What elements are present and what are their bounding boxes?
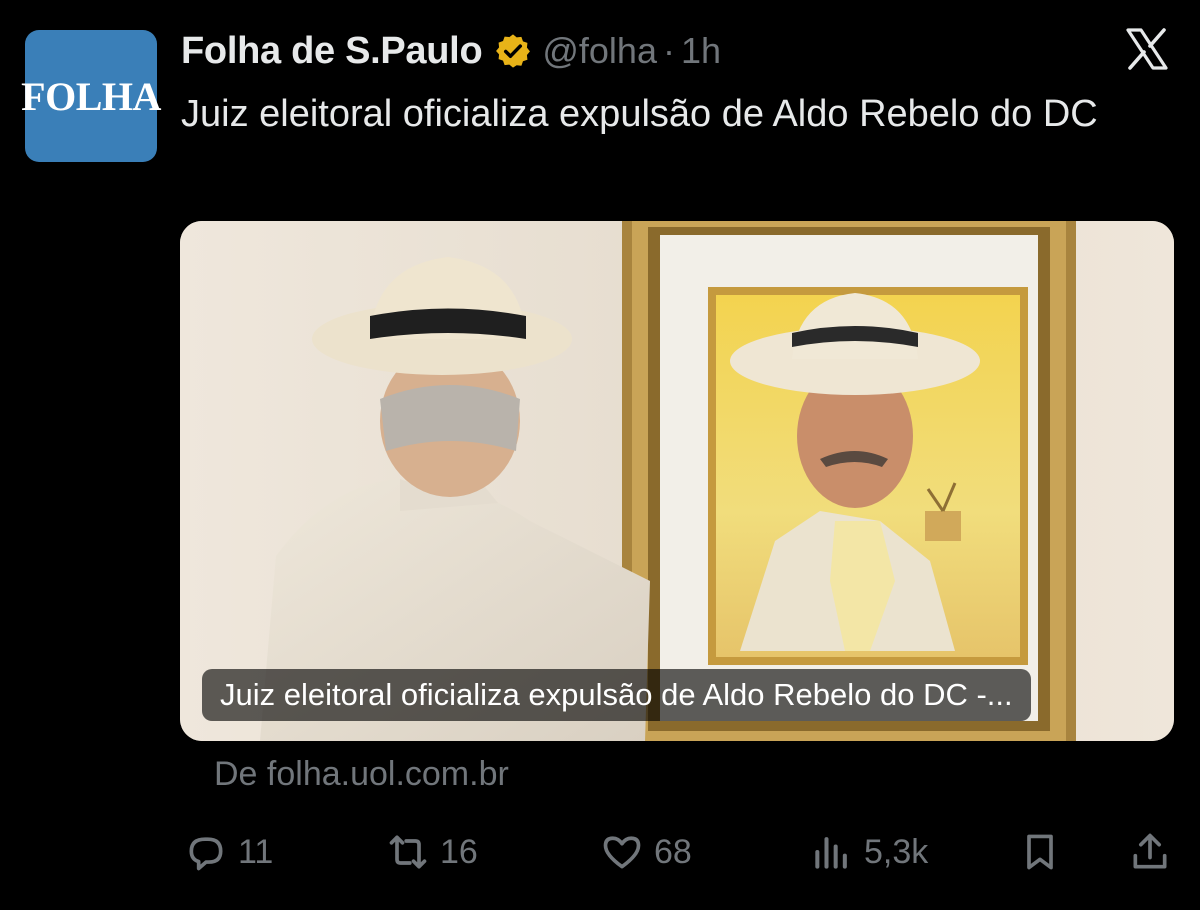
card-caption: Juiz eleitoral oficializa expulsão de Al…	[202, 669, 1031, 721]
header-separator: ·	[662, 30, 675, 71]
avatar[interactable]: FOLHA	[21, 30, 161, 162]
views-button[interactable]: 5,3k	[810, 822, 928, 882]
share-button[interactable]	[1128, 822, 1172, 882]
x-logo-icon	[1126, 28, 1168, 70]
tweet-text: Juiz eleitoral oficializa expulsão de Al…	[181, 93, 1098, 135]
reply-button[interactable]: 11	[184, 822, 273, 882]
avatar-logo-text: FOLHA	[21, 73, 161, 119]
author-name[interactable]: Folha de S.Paulo	[181, 30, 483, 73]
reply-icon	[189, 837, 223, 871]
views-count: 5,3k	[864, 832, 929, 871]
repost-button[interactable]: 16	[386, 822, 478, 882]
tweet-header: Folha de S.Paulo @folha · 1h	[181, 26, 721, 76]
verified-badge-icon[interactable]	[494, 32, 532, 70]
reply-count: 11	[238, 832, 274, 871]
repost-count: 16	[440, 832, 478, 871]
like-icon	[603, 836, 641, 869]
bookmark-button[interactable]	[1018, 822, 1062, 882]
link-card[interactable]: Juiz eleitoral oficializa expulsão de Al…	[180, 221, 1174, 741]
action-bar: 11 16 68 5,3k	[180, 822, 1176, 882]
tweet-time[interactable]: 1h	[681, 30, 721, 72]
like-count: 68	[654, 832, 692, 871]
card-photo	[180, 221, 1174, 741]
views-icon	[815, 837, 847, 869]
card-source[interactable]: De folha.uol.com.br	[214, 755, 509, 794]
author-handle[interactable]: @folha	[542, 30, 657, 72]
like-button[interactable]: 68	[600, 822, 692, 882]
bookmark-icon	[1027, 834, 1053, 870]
repost-icon	[389, 835, 427, 869]
share-icon	[1133, 833, 1167, 869]
